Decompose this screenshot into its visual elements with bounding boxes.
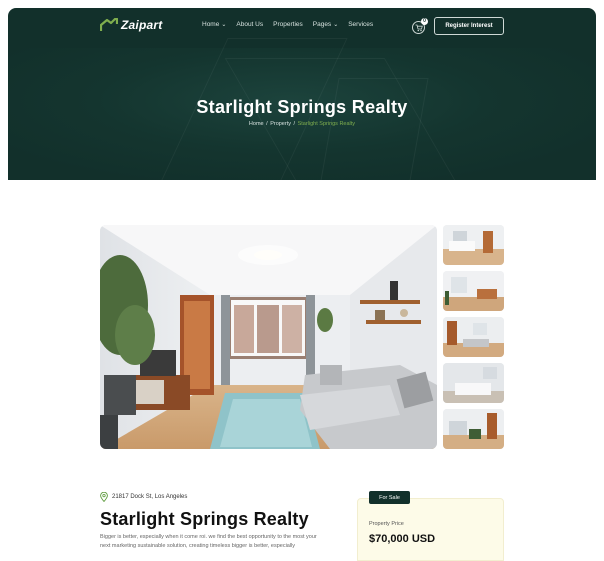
hallway-thumbnail-image	[443, 409, 504, 449]
cart-button[interactable]: 0	[412, 18, 428, 34]
nav-item-properties[interactable]: Properties	[273, 21, 303, 28]
price-card	[357, 498, 504, 561]
breadcrumb-separator: /	[291, 121, 297, 127]
living-room-image	[100, 225, 437, 449]
nav-item-label: Services	[348, 21, 374, 28]
price-label: Property Price	[369, 521, 404, 527]
bedroom-thumbnail-image	[443, 363, 504, 403]
breadcrumb-home[interactable]: Home	[249, 121, 264, 127]
living-area-thumbnail-image	[443, 317, 504, 357]
chevron-down-icon: ⌄	[221, 21, 227, 28]
nav-item-label: Properties	[273, 21, 303, 28]
kitchen-thumbnail-image	[443, 225, 504, 265]
main-menu: Home ⌄ About Us Properties Pages ⌄ Servi…	[202, 21, 373, 28]
cart-icon	[415, 24, 423, 32]
price-value: $70,000 USD	[369, 533, 436, 545]
thumbnail-1[interactable]	[443, 225, 504, 265]
thumbnail-3[interactable]	[443, 317, 504, 357]
nav-item-about-us[interactable]: About Us	[236, 21, 263, 28]
property-location: 21817 Dock St, Los Angeles	[100, 492, 187, 502]
thumbnail-4[interactable]	[443, 363, 504, 403]
hero-section: Zaipart Home ⌄ About Us Properties Pages…	[8, 8, 596, 180]
property-title: Starlight Springs Realty	[100, 509, 309, 529]
logo-text: Zaipart	[121, 18, 163, 32]
nav-item-label: Pages	[312, 21, 332, 28]
address-text: 21817 Dock St, Los Angeles	[112, 494, 188, 500]
main-property-photo[interactable]	[100, 225, 437, 449]
chevron-down-icon: ⌄	[333, 21, 339, 28]
nav-item-home[interactable]: Home ⌄	[202, 21, 226, 28]
property-description: Bigger is better, especially when it com…	[100, 534, 317, 549]
dining-thumbnail-image	[443, 271, 504, 311]
page: Zaipart Home ⌄ About Us Properties Pages…	[0, 0, 604, 561]
nav-item-label: About Us	[236, 21, 264, 28]
breadcrumb: Home / Property / Starlight Springs Real…	[8, 121, 596, 127]
logo[interactable]: Zaipart	[100, 18, 162, 32]
nav-item-pages[interactable]: Pages ⌄	[313, 21, 338, 28]
nav-item-label: Home	[202, 21, 220, 28]
breadcrumb-separator: /	[264, 121, 270, 127]
logo-house-icon	[100, 18, 118, 31]
thumbnail-5[interactable]	[443, 409, 504, 449]
thumbnail-2[interactable]	[443, 271, 504, 311]
register-interest-button[interactable]: Register Interest	[434, 17, 504, 35]
cart-count-badge: 0	[421, 18, 428, 25]
breadcrumb-property[interactable]: Property	[270, 121, 291, 127]
top-navbar: Zaipart Home ⌄ About Us Properties Pages…	[8, 8, 596, 48]
page-title: Starlight Springs Realty	[196, 97, 408, 117]
breadcrumb-current: Starlight Springs Realty	[297, 121, 356, 127]
nav-item-services[interactable]: Services	[348, 21, 373, 28]
for-sale-badge: For Sale	[369, 491, 410, 504]
map-pin-icon	[100, 492, 108, 502]
